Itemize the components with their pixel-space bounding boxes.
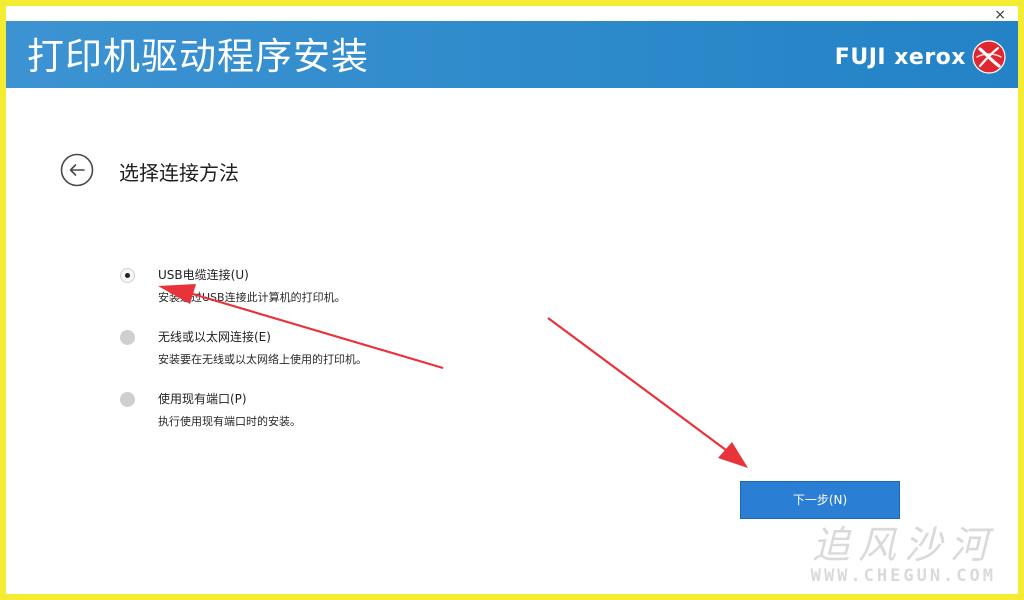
fuji-xerox-logo-icon [972, 40, 1006, 74]
installer-window: × 打印机驱动程序安装 FUJI xerox 选择连接方法 USB电缆连接(U)… [6, 6, 1018, 594]
radio-usb-selected[interactable] [120, 268, 135, 283]
option-label: USB电缆连接(U) [158, 268, 249, 282]
brand-name: FUJI xerox [834, 44, 966, 70]
option-label: 使用现有端口(P) [158, 392, 247, 406]
header-banner: 打印机驱动程序安装 FUJI xerox [6, 21, 1018, 88]
watermark-url: WWW.CHEGUN.COM [810, 566, 996, 586]
close-window-button[interactable]: × [994, 8, 1006, 22]
option-description: 安装通过USB连接此计算机的打印机。 [158, 291, 346, 304]
option-description: 安装要在无线或以太网络上使用的打印机。 [158, 353, 367, 366]
page-title: 选择连接方法 [119, 161, 239, 185]
next-button[interactable]: 下一步(N) [740, 481, 900, 519]
back-arrow-icon[interactable] [60, 153, 94, 187]
option-description: 执行使用现有端口时的安装。 [158, 415, 301, 428]
radio-network[interactable] [120, 330, 135, 345]
option-label: 无线或以太网连接(E) [158, 330, 271, 344]
red-arrow-to-next-icon [547, 317, 748, 468]
watermark: 追风沙河 WWW.CHEGUN.COM [811, 524, 996, 586]
brand: FUJI xerox [835, 39, 1006, 75]
radio-existing-port[interactable] [120, 392, 135, 407]
app-title: 打印机驱动程序安装 [27, 35, 369, 78]
watermark-text: 追风沙河 [811, 523, 996, 567]
